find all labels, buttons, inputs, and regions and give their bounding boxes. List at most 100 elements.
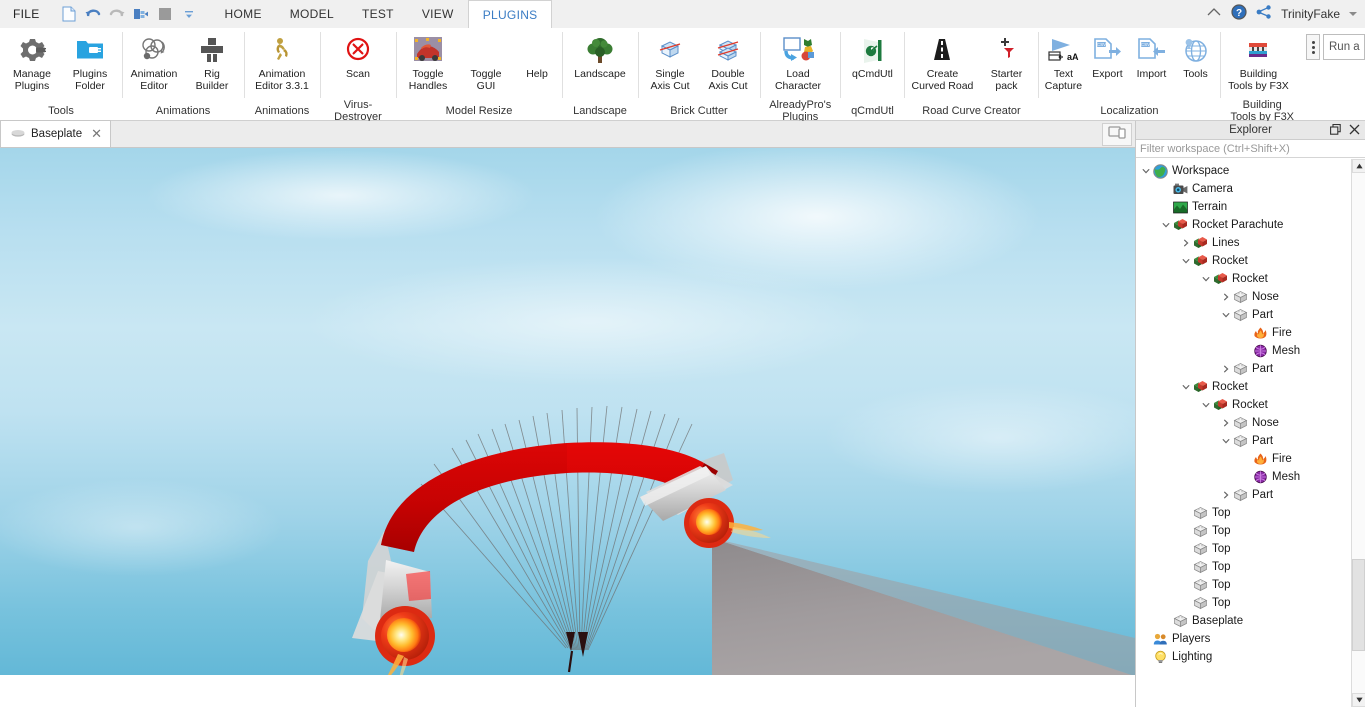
run-command-input[interactable]: Run a xyxy=(1323,34,1365,60)
user-account-label[interactable]: TrinityFake xyxy=(1281,7,1340,21)
scroll-down-icon[interactable] xyxy=(1352,693,1365,707)
tree-item-rocket[interactable]: Rocket xyxy=(1136,378,1351,396)
chevron-right-icon[interactable] xyxy=(1180,234,1192,252)
tree-item-rocket[interactable]: Rocket xyxy=(1136,396,1351,414)
tab-model[interactable]: MODEL xyxy=(276,0,348,28)
building-tools-f3x-button[interactable]: Building Tools by F3X xyxy=(1223,32,1293,92)
tree-item-fire[interactable]: Fire xyxy=(1136,324,1351,342)
tab-test[interactable]: TEST xyxy=(348,0,408,28)
tree-item-baseplate[interactable]: Baseplate xyxy=(1136,612,1351,630)
landscape-button[interactable]: Landscape xyxy=(565,32,635,80)
close-icon[interactable]: ✕ xyxy=(91,126,102,142)
close-panel-icon[interactable] xyxy=(1349,122,1360,140)
tree-item-top[interactable]: Top xyxy=(1136,558,1351,576)
tree-item-top[interactable]: Top xyxy=(1136,540,1351,558)
chevron-right-icon[interactable] xyxy=(1220,288,1232,306)
tree-item-top[interactable]: Top xyxy=(1136,522,1351,540)
chevron-down-icon[interactable] xyxy=(1220,306,1232,324)
export-csv-button[interactable]: CSV Export xyxy=(1085,32,1129,80)
chevron-down-icon[interactable] xyxy=(1160,216,1172,234)
tree-item-top[interactable]: Top xyxy=(1136,594,1351,612)
tree-item-camera[interactable]: Camera xyxy=(1136,180,1351,198)
cloud-icon[interactable] xyxy=(1206,5,1222,23)
scrollbar-thumb[interactable] xyxy=(1352,559,1365,651)
color-swatch-icon[interactable] xyxy=(155,4,175,24)
document-tab-baseplate[interactable]: Baseplate ✕ xyxy=(0,120,112,147)
tree-item-terrain[interactable]: Terrain xyxy=(1136,198,1351,216)
animation-editor-button[interactable]: Animation Editor xyxy=(125,32,183,92)
tree-item-lighting[interactable]: Lighting xyxy=(1136,648,1351,666)
toggle-handles-button[interactable]: Toggle Handles xyxy=(399,32,457,92)
undo-icon[interactable] xyxy=(83,4,103,24)
tree-item-label: Nose xyxy=(1252,291,1279,303)
starter-pack-button[interactable]: Starter pack xyxy=(977,32,1035,92)
customize-dropdown-icon[interactable] xyxy=(179,4,199,24)
tree-item-workspace[interactable]: Workspace xyxy=(1136,162,1351,180)
chevron-down-icon[interactable] xyxy=(1220,432,1232,450)
tree-item-part[interactable]: Part xyxy=(1136,360,1351,378)
tree-item-part[interactable]: Part xyxy=(1136,486,1351,504)
tree-item-fire[interactable]: Fire xyxy=(1136,450,1351,468)
restore-panel-icon[interactable] xyxy=(1330,122,1341,140)
new-document-icon[interactable] xyxy=(59,4,79,24)
tree-item-mesh[interactable]: Mesh xyxy=(1136,342,1351,360)
move-tool-icon[interactable] xyxy=(131,4,151,24)
tab-plugins[interactable]: PLUGINS xyxy=(467,0,553,28)
tree-item-mesh[interactable]: Mesh xyxy=(1136,468,1351,486)
tree-item-rocket-parachute[interactable]: Rocket Parachute xyxy=(1136,216,1351,234)
tab-home[interactable]: HOME xyxy=(211,0,276,28)
tree-item-rocket[interactable]: Rocket xyxy=(1136,252,1351,270)
create-curved-road-icon xyxy=(929,35,955,65)
manage-plugins-button[interactable]: Manage Plugins xyxy=(3,32,61,92)
tree-item-nose[interactable]: Nose xyxy=(1136,414,1351,432)
localization-tools-button[interactable]: Tools xyxy=(1173,32,1217,80)
chevron-right-icon[interactable] xyxy=(1220,360,1232,378)
tree-item-part[interactable]: Part xyxy=(1136,306,1351,324)
single-axis-cut-button[interactable]: Single Axis Cut xyxy=(641,32,699,92)
tree-item-players[interactable]: Players xyxy=(1136,630,1351,648)
chevron-down-icon[interactable] xyxy=(1180,252,1192,270)
load-character-button[interactable]: Load Character xyxy=(763,32,833,92)
model-resize-help-button[interactable]: Help xyxy=(515,32,559,80)
toggle-gui-button[interactable]: Toggle GUI xyxy=(457,32,515,92)
tree-item-nose[interactable]: Nose xyxy=(1136,288,1351,306)
chevron-down-icon[interactable] xyxy=(1140,162,1152,180)
chevron-right-icon[interactable] xyxy=(1220,486,1232,504)
scan-button[interactable]: Scan xyxy=(323,32,393,80)
device-emulation-button[interactable] xyxy=(1102,123,1132,146)
import-csv-button[interactable]: CSV Import xyxy=(1129,32,1173,80)
tree-item-part[interactable]: Part xyxy=(1136,432,1351,450)
plugins-folder-button[interactable]: Plugins Folder xyxy=(61,32,119,92)
chevron-down-icon[interactable] xyxy=(1200,396,1212,414)
account-dropdown-icon[interactable] xyxy=(1349,12,1357,16)
animation-editor-331-button[interactable]: Animation Editor 3.3.1 xyxy=(247,32,317,92)
scroll-up-icon[interactable] xyxy=(1352,159,1365,173)
rig-builder-button[interactable]: Rig Builder xyxy=(183,32,241,92)
double-axis-cut-button[interactable]: Double Axis Cut xyxy=(699,32,757,92)
share-icon[interactable] xyxy=(1256,4,1272,24)
chevron-down-icon[interactable] xyxy=(1180,378,1192,396)
viewport-3d[interactable] xyxy=(0,148,1135,675)
tree-item-label: Players xyxy=(1172,633,1211,645)
tree-item-lines[interactable]: Lines xyxy=(1136,234,1351,252)
text-capture-button[interactable]: aA Text Capture xyxy=(1041,32,1085,92)
tree-item-top[interactable]: Top xyxy=(1136,576,1351,594)
chevron-right-icon[interactable] xyxy=(1220,414,1232,432)
tree-item-rocket[interactable]: Rocket xyxy=(1136,270,1351,288)
tree-item-top[interactable]: Top xyxy=(1136,504,1351,522)
redo-icon[interactable] xyxy=(107,4,127,24)
explorer-scrollbar[interactable] xyxy=(1351,159,1365,707)
explorer-filter-input[interactable]: Filter workspace (Ctrl+Shift+X) xyxy=(1136,140,1365,158)
chevron-down-icon[interactable] xyxy=(1200,270,1212,288)
ribbon-overflow-handle[interactable] xyxy=(1306,34,1320,60)
create-curved-road-button[interactable]: Create Curved Road xyxy=(907,32,977,92)
part-icon xyxy=(1192,505,1208,521)
file-menu-button[interactable]: FILE xyxy=(0,0,53,28)
animation-editor-label: Animation Editor xyxy=(130,68,178,92)
help-icon[interactable]: ? xyxy=(1231,3,1247,25)
qcmdutl-button[interactable]: qCmdUtl xyxy=(843,32,901,80)
tab-view[interactable]: VIEW xyxy=(408,0,468,28)
part-icon xyxy=(1232,433,1248,449)
